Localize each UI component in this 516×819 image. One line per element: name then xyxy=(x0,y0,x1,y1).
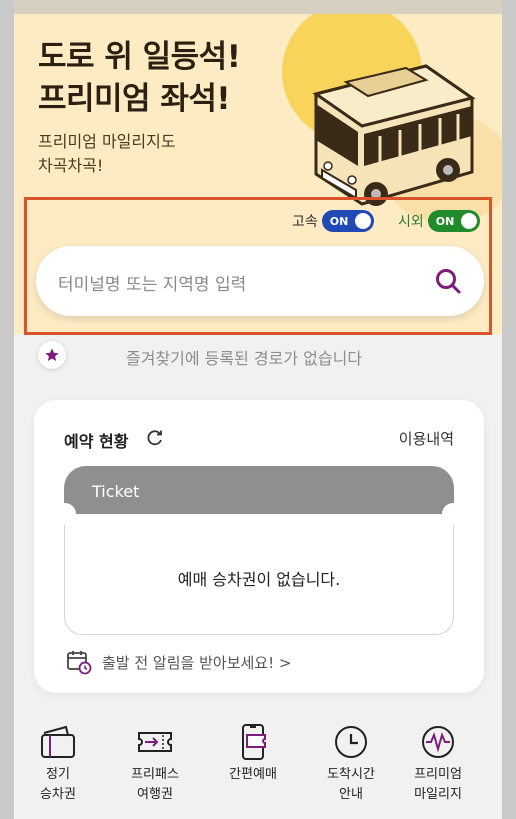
search-placeholder: 터미널명 또는 지역명 입력 xyxy=(58,275,247,295)
nav-commuter-pass[interactable]: 정기 승차권 xyxy=(14,723,102,805)
ticket-notch-right xyxy=(442,503,464,525)
banner-subtext-line1: 프리미엄 마일리지도 xyxy=(38,132,176,151)
star-icon[interactable] xyxy=(38,341,66,369)
usage-history-link[interactable]: 이용내역 xyxy=(399,428,454,449)
nav-label: 정기 승차권 xyxy=(40,767,76,802)
express-toggle-label: 고속 xyxy=(292,214,318,230)
reservation-title: 예약 현황 xyxy=(64,432,129,451)
reservation-card: 예약 현황 이용내역 Ticket 예매 승차권이 없습니다. 출발 전 알림을… xyxy=(34,400,484,693)
nav-quick-booking[interactable]: 간편예매 xyxy=(209,723,297,785)
free-pass-icon xyxy=(138,732,172,752)
ticket-label: Ticket xyxy=(92,482,140,501)
terminal-search-input[interactable]: 터미널명 또는 지역명 입력 xyxy=(36,246,484,316)
mileage-icon xyxy=(422,726,454,758)
clock-icon xyxy=(335,726,367,758)
intercity-toggle-group: 시외 ON xyxy=(398,210,480,232)
banner-headline-line2: 프리미엄 좌석! xyxy=(38,81,231,117)
banner-headline-line1: 도로 위 일등석! xyxy=(38,39,241,75)
refresh-icon[interactable] xyxy=(146,429,164,447)
express-toggle-state: ON xyxy=(329,214,349,228)
intercity-toggle-label: 시외 xyxy=(398,214,424,230)
no-tickets-text: 예매 승차권이 없습니다. xyxy=(177,570,341,589)
nav-arrival-time[interactable]: 도착시간 안내 xyxy=(307,723,395,805)
nav-label: 프리미엄 마일리지 xyxy=(414,767,462,802)
quick-menu: 정기 승차권 프리패스 여행권 간편예매 도착시간 안내 프리미엄 마일리지 xyxy=(14,715,502,815)
nav-premium-mileage[interactable]: 프리미엄 마일리지 xyxy=(394,723,482,805)
search-icon[interactable] xyxy=(434,267,462,295)
favorites-row: 즐겨찾기에 등록된 경로가 없습니다 xyxy=(38,340,478,370)
favorites-empty-text: 즐겨찾기에 등록된 경로가 없습니다 xyxy=(126,349,363,368)
star-icon-glyph xyxy=(45,348,59,361)
intercity-toggle[interactable]: ON xyxy=(427,210,480,232)
ticket-notch-left xyxy=(54,503,76,525)
nav-label: 프리패스 여행권 xyxy=(131,767,179,802)
nav-label: 간편예매 xyxy=(229,767,277,782)
banner-subtext: 프리미엄 마일리지도 차곡차곡! xyxy=(38,130,176,178)
bus-illustration xyxy=(312,64,476,206)
status-bar xyxy=(14,0,502,14)
banner-subtext-line2: 차곡차곡! xyxy=(38,156,104,175)
toggle-knob xyxy=(460,213,477,229)
intercity-toggle-state: ON xyxy=(435,214,455,228)
ticket-body: 예매 승차권이 없습니다. xyxy=(64,514,454,635)
commuter-pass-icon xyxy=(41,725,75,758)
quick-booking-icon xyxy=(242,724,266,760)
ticket-header: Ticket xyxy=(64,466,454,518)
departure-alert-text: 출발 전 알림을 받아보세요! > xyxy=(102,653,292,672)
express-toggle[interactable]: ON xyxy=(321,210,374,232)
app-screen: 도로 위 일등석! 프리미엄 좌석! 프리미엄 마일리지도 차곡차곡! 고속 O… xyxy=(14,0,502,819)
toggle-knob xyxy=(354,213,371,229)
nav-label: 도착시간 안내 xyxy=(327,767,375,802)
express-toggle-group: 고속 ON xyxy=(292,210,374,232)
banner-headline: 도로 위 일등석! 프리미엄 좌석! xyxy=(38,36,241,120)
calendar-alarm-icon xyxy=(67,651,92,675)
nav-free-pass[interactable]: 프리패스 여행권 xyxy=(111,723,199,805)
departure-alert-link[interactable]: 출발 전 알림을 받아보세요! > xyxy=(66,648,291,676)
